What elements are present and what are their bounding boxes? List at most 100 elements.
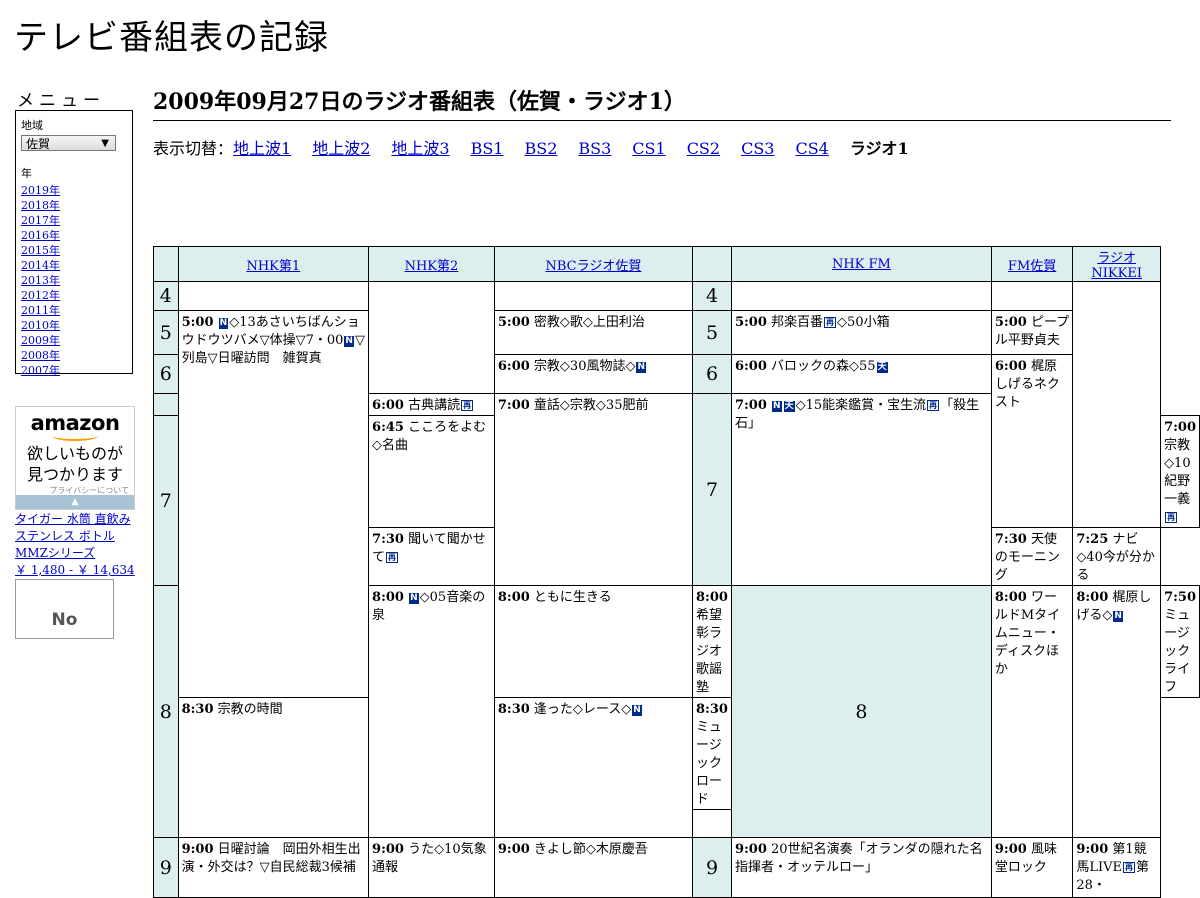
switch-current-radio-1: ラジオ1 [849,139,909,158]
hour-cell: 4 [692,281,732,311]
channel-header: NHK第2 [368,246,495,282]
hour-cell-continued [153,393,179,416]
year-link[interactable]: 2008年 [21,349,60,362]
channel-link-nhk2[interactable]: NHK第2 [405,259,459,274]
channel-link-fmsaga[interactable]: FM佐賀 [1008,259,1056,274]
switch-link-cs1[interactable]: CS1 [632,139,665,158]
year-link[interactable]: 2009年 [21,334,60,347]
program-cell[interactable]: 8:00 ワールドMタイムニュー・ディスクほか [990,585,1074,838]
region-select[interactable]: 佐賀 ▼ [21,135,116,151]
channel-header: NBCラジオ佐賀 [493,246,694,282]
rebroadcast-mark-icon: 再 [824,317,837,328]
hour-cell: 5 [153,310,179,355]
ad-tagline-1: 欲しいものが [26,444,123,463]
stereo-mark-icon: 天 [876,362,888,373]
rebroadcast-mark-icon: 再 [1122,862,1135,873]
page-heading: 2009年09月27日のラジオ番組表（佐賀・ラジオ1） [153,84,1171,121]
rebroadcast-mark-icon: 再 [461,400,474,411]
program-cell[interactable]: 9:00 風味堂ロック [990,837,1074,898]
channel-link-radionikkei[interactable]: ラジオNIKKEI [1091,251,1142,281]
hour-cell: 7 [153,415,179,586]
program-cell[interactable]: 7:30 聞いて聞かせて再 [368,527,495,586]
channel-link-nhk1[interactable]: NHK第1 [246,259,300,274]
amazon-ad-banner[interactable]: amazon 欲しいものが 見つかります プライバシーについて ▲ [15,406,135,510]
program-cell[interactable]: 7:50 ミュージックライフ [1160,585,1200,698]
switch-link-cs3[interactable]: CS3 [741,139,774,158]
program-cell[interactable]: 7:00 宗教◇10紀野一義再 [1160,415,1200,528]
program-cell[interactable]: 6:00 宗教◇30風物誌◇ N [493,354,694,394]
year-link[interactable]: 2016年 [21,229,60,242]
hour-header-blank [692,246,732,282]
program-cell[interactable]: 9:00 日曜討論 岡田外相生出演・外交は？▽自民総裁3候補 [177,837,370,898]
switch-link-terrestrial-3[interactable]: 地上波3 [391,139,449,158]
switch-link-bs1[interactable]: BS1 [471,139,504,158]
ad-no-image: No [15,579,114,639]
year-link[interactable]: 2015年 [21,244,60,257]
program-cell[interactable]: 9:00 うた◇10気象通報 [368,837,495,898]
year-link[interactable]: 2010年 [21,319,60,332]
switch-link-terrestrial-2[interactable]: 地上波2 [312,139,370,158]
hour-cell: 8 [730,585,992,838]
program-cell[interactable]: 7:25 ナビ◇40今が分かる [1072,527,1162,586]
switch-link-bs3[interactable]: BS3 [578,139,611,158]
switch-link-terrestrial-1[interactable]: 地上波1 [233,139,291,158]
program-cell[interactable]: 6:00 梶原しげるネクスト [990,354,1074,528]
program-cell[interactable]: 9:00 第1競馬LIVE 再第28・ [1072,837,1162,898]
program-cell[interactable]: 8:30 宗教の時間 [177,697,370,838]
year-link[interactable]: 2007年 [21,364,60,377]
program-cell[interactable]: 8:00 ともに生きる [493,585,694,698]
ad-product: タイガー 水筒 直飲み ステンレス ボトル MMZシリーズ ￥ 1,480 - … [15,511,135,579]
rebroadcast-mark-icon: 再 [927,400,940,411]
site-title: テレビ番組表の記録 [14,18,329,58]
hour-cell: 9 [153,837,179,898]
ad-tagline-2: 見つかります [26,465,123,484]
year-list: 2019年 2018年 2017年 2016年 2015年 2014年 2013… [21,183,127,378]
program-cell[interactable]: 8:30 ミュージックロード [692,697,732,810]
program-cell[interactable]: 8:00 N ◇05音楽の泉 [368,585,495,838]
region-select-value: 佐賀 [26,137,51,151]
program-cell[interactable]: 7:00 N 天 ◇15能楽鑑賞・宝生流再「殺生石」 [730,393,992,586]
stereo-mark-icon: 天 [783,401,795,412]
news-mark-icon: N [409,593,419,604]
menu-box: 地域 佐賀 ▼ 年 2019年 2018年 2017年 2016年 2015年 … [15,110,133,377]
program-cell[interactable]: 8:30 逢った◇レース◇ N [493,697,694,838]
program-cell[interactable]: 5:00 密教◇歌◇上田利治 [493,310,694,355]
switch-link-cs4[interactable]: CS4 [795,139,828,158]
program-cell[interactable]: 5:00 N ◇13あさいちばんショウドウツバメ▽体操▽7・00 N ▽列島▽日曜訪問… [177,310,370,698]
hour-cell: 9 [692,837,732,898]
year-link[interactable]: 2018年 [21,199,60,212]
channel-header: ラジオNIKKEI [1072,246,1162,282]
ad-collapse-bar[interactable]: ▲ [16,495,134,509]
program-cell[interactable]: 6:00 バロックの森◇55 天 [730,354,992,394]
program-cell[interactable]: 7:30 天使のモーニング [990,527,1074,586]
switch-link-bs2[interactable]: BS2 [524,139,557,158]
year-link[interactable]: 2011年 [21,304,60,317]
program-cell[interactable]: 8:00 希望彰ラジオ歌謡塾 [692,585,732,698]
channel-link-nbc[interactable]: NBCラジオ佐賀 [546,259,642,274]
ad-product-link[interactable]: タイガー 水筒 直飲み ステンレス ボトル MMZシリーズ [15,512,131,560]
program-cell[interactable]: 6:00 古典講読再 [368,393,495,416]
program-cell[interactable]: 6:45 こころをよむ◇名曲 [368,415,495,528]
hour-header-blank [153,246,179,282]
year-link[interactable]: 2014年 [21,259,60,272]
program-cell-empty [368,281,495,394]
year-link[interactable]: 2012年 [21,289,60,302]
program-cell[interactable]: 5:00 ピープル平野貞夫 [990,310,1074,355]
channel-link-nhkfm[interactable]: NHK FM [832,257,891,272]
switch-label: 表示切替： [153,139,234,158]
year-link[interactable]: 2017年 [21,214,60,227]
year-label: 年 [21,167,32,180]
year-link[interactable]: 2013年 [21,274,60,287]
switch-link-cs2[interactable]: CS2 [687,139,720,158]
program-cell[interactable]: 7:00 童話◇宗教◇35肥前 [493,393,694,586]
rebroadcast-mark-icon: 再 [386,552,399,563]
program-cell[interactable]: 9:00 きよし節◇木原慶吾 [493,837,694,898]
program-cell-empty [692,809,732,838]
program-cell[interactable]: 8:00 梶原しげる◇ N [1072,585,1162,838]
chevron-up-icon: ▲ [71,497,79,507]
program-cell[interactable]: 5:00 邦楽百番再 ◇50小箱 [730,310,992,355]
year-link[interactable]: 2019年 [21,184,60,197]
program-cell-empty [730,281,992,311]
program-cell[interactable]: 9:00 20世紀名演奏「オランダの隠れた名指揮者・オッテルロー」 [730,837,992,898]
ad-product-price[interactable]: ￥ 1,480 - ￥ 14,634 [15,563,135,577]
